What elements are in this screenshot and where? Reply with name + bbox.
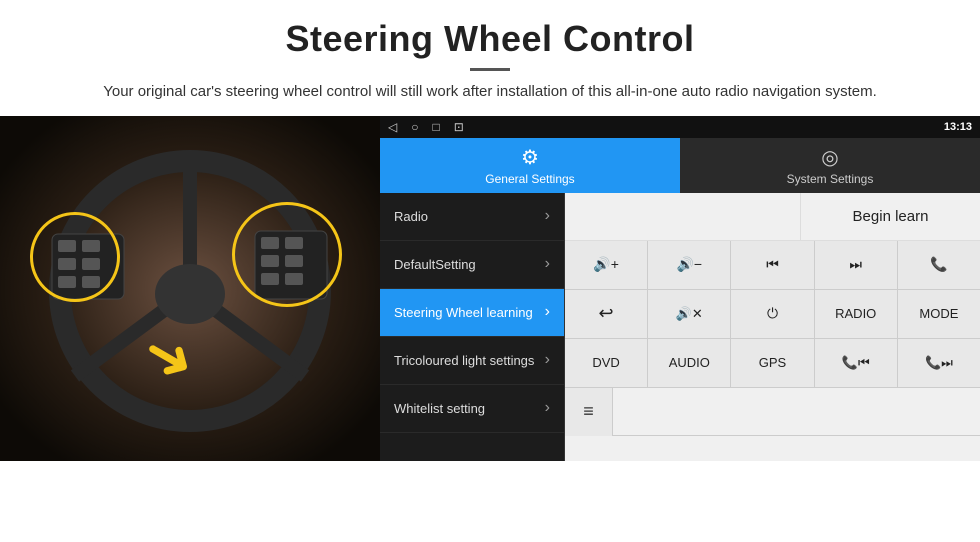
dvd-button[interactable]: DVD bbox=[565, 339, 648, 387]
prev-button[interactable]: ⏮ bbox=[731, 241, 814, 289]
menu-radio-arrow: › bbox=[545, 207, 550, 225]
menu-item-whitelist[interactable]: Whitelist setting › bbox=[380, 385, 564, 433]
highlight-right bbox=[232, 202, 342, 307]
menu-tricoloured-arrow: › bbox=[545, 351, 550, 369]
radio-button[interactable]: RADIO bbox=[815, 290, 898, 338]
tab-general[interactable]: ⚙ General Settings bbox=[380, 138, 680, 193]
content-area: ➜ ◁ ○ □ ⊡ 13:13 ⚙ General Settings ◎ Sys… bbox=[0, 116, 980, 461]
call-button[interactable]: 📞 bbox=[898, 241, 980, 289]
tab-bar: ⚙ General Settings ◎ System Settings bbox=[380, 138, 980, 193]
status-bar-nav: ◁ ○ □ ⊡ bbox=[388, 120, 464, 134]
tab-system[interactable]: ◎ System Settings bbox=[680, 138, 980, 193]
right-panel: Begin learn 🔊+ 🔊− ⏮ ⏭ 📞 ↩ 🔊✕ ⏻ RADIO MOD bbox=[565, 193, 980, 461]
status-time: 13:13 bbox=[944, 121, 972, 133]
screenshot-icon[interactable]: ⊡ bbox=[454, 120, 464, 134]
main-content: Radio › DefaultSetting › Steering Wheel … bbox=[380, 193, 980, 461]
bottom-icon-row: ≡ bbox=[565, 388, 980, 436]
begin-learn-button[interactable]: Begin learn bbox=[800, 193, 980, 240]
back-button[interactable]: ↩ bbox=[565, 290, 648, 338]
tab-system-label: System Settings bbox=[787, 172, 874, 186]
begin-learn-row: Begin learn bbox=[565, 193, 980, 241]
begin-learn-empty bbox=[565, 193, 800, 240]
home-nav-icon[interactable]: ○ bbox=[411, 120, 418, 134]
menu-steering-arrow: › bbox=[545, 303, 550, 321]
general-settings-icon: ⚙ bbox=[521, 145, 539, 170]
tab-general-label: General Settings bbox=[485, 172, 574, 186]
menu-radio-label: Radio bbox=[394, 209, 428, 224]
menu-steering-label: Steering Wheel learning bbox=[394, 305, 533, 320]
audio-button[interactable]: AUDIO bbox=[648, 339, 731, 387]
page-title: Steering Wheel Control bbox=[40, 18, 940, 60]
mute-button[interactable]: 🔊✕ bbox=[648, 290, 731, 338]
menu-whitelist-arrow: › bbox=[545, 399, 550, 417]
menu-default-arrow: › bbox=[545, 255, 550, 273]
menu-default-label: DefaultSetting bbox=[394, 257, 476, 272]
power-button[interactable]: ⏻ bbox=[731, 290, 814, 338]
steering-wheel-bg: ➜ bbox=[0, 116, 380, 461]
control-row-2: ↩ 🔊✕ ⏻ RADIO MODE bbox=[565, 290, 980, 339]
mode-button[interactable]: MODE bbox=[898, 290, 980, 338]
top-section: Steering Wheel Control Your original car… bbox=[0, 0, 980, 116]
tel-next-button[interactable]: 📞⏭ bbox=[898, 339, 980, 387]
control-row-3: DVD AUDIO GPS 📞⏮ 📞⏭ bbox=[565, 339, 980, 388]
android-ui: ◁ ○ □ ⊡ 13:13 ⚙ General Settings ◎ Syste… bbox=[380, 116, 980, 461]
menu-whitelist-label: Whitelist setting bbox=[394, 401, 485, 416]
menu-tricoloured-label: Tricoloured light settings bbox=[394, 353, 534, 368]
menu-item-tricoloured[interactable]: Tricoloured light settings › bbox=[380, 337, 564, 385]
gps-button[interactable]: GPS bbox=[731, 339, 814, 387]
back-nav-icon[interactable]: ◁ bbox=[388, 120, 397, 134]
tel-prev-button[interactable]: 📞⏮ bbox=[815, 339, 898, 387]
title-divider bbox=[470, 68, 510, 71]
next-button[interactable]: ⏭ bbox=[815, 241, 898, 289]
menu-list: Radio › DefaultSetting › Steering Wheel … bbox=[380, 193, 565, 461]
control-row-1: 🔊+ 🔊− ⏮ ⏭ 📞 bbox=[565, 241, 980, 290]
vol-down-button[interactable]: 🔊− bbox=[648, 241, 731, 289]
menu-item-default[interactable]: DefaultSetting › bbox=[380, 241, 564, 289]
vol-up-button[interactable]: 🔊+ bbox=[565, 241, 648, 289]
status-bar: ◁ ○ □ ⊡ 13:13 bbox=[380, 116, 980, 138]
recent-nav-icon[interactable]: □ bbox=[432, 120, 439, 134]
highlight-left bbox=[30, 212, 120, 302]
menu-item-radio[interactable]: Radio › bbox=[380, 193, 564, 241]
menu-item-steering[interactable]: Steering Wheel learning › bbox=[380, 289, 564, 337]
menu-icon-button[interactable]: ≡ bbox=[565, 388, 613, 436]
steering-wheel-image: ➜ bbox=[0, 116, 380, 461]
system-settings-icon: ◎ bbox=[821, 145, 838, 170]
subtitle: Your original car's steering wheel contr… bbox=[40, 81, 940, 104]
